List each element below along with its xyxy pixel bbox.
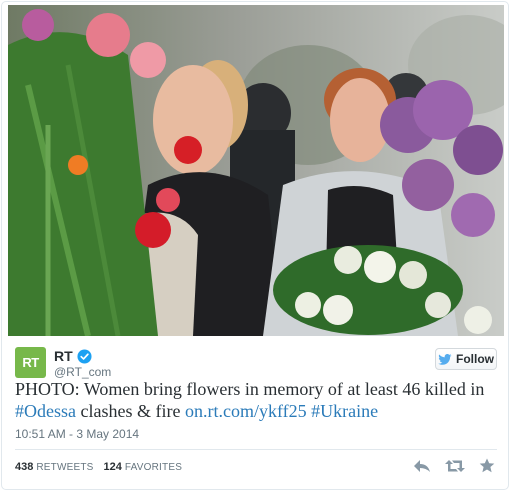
short-url-link[interactable]: on.rt.com/ykff25 — [185, 401, 307, 421]
tweet-text: PHOTO: Women bring flowers in memory of … — [15, 378, 500, 422]
tweet-photo[interactable] — [8, 5, 504, 336]
tweet-text-prefix: PHOTO: Women bring flowers in memory of … — [15, 379, 485, 399]
user-handle[interactable]: @RT_com — [54, 365, 111, 379]
follow-button[interactable]: Follow — [435, 348, 497, 370]
retweet-icon[interactable] — [445, 459, 465, 473]
follow-label: Follow — [456, 352, 494, 366]
avatar-logo-text: RT — [22, 355, 39, 370]
name-row: RT — [54, 348, 92, 364]
tweet-stats: 438 RETWEETS 124 FAVORITES — [15, 461, 182, 473]
favorite-icon[interactable] — [479, 458, 495, 473]
tweet-actions — [413, 458, 495, 473]
retweets-count[interactable]: 438 — [15, 461, 33, 473]
divider — [15, 449, 497, 450]
tweet-timestamp[interactable]: 10:51 AM - 3 May 2014 — [15, 427, 139, 441]
retweets-label[interactable]: RETWEETS — [36, 462, 93, 473]
hashtag-odessa-link[interactable]: #Odessa — [15, 401, 76, 421]
avatar[interactable]: RT — [15, 347, 46, 378]
verified-icon — [77, 348, 92, 364]
display-name[interactable]: RT — [54, 348, 73, 364]
hashtag-ukraine-link[interactable]: #Ukraine — [311, 401, 378, 421]
reply-icon[interactable] — [413, 459, 431, 473]
bird-icon — [438, 353, 452, 365]
tweet-header: RT RT @RT_com Follow — [15, 347, 497, 379]
tweet-text-middle: clashes & fire — [76, 401, 185, 421]
favorites-label[interactable]: FAVORITES — [125, 462, 182, 473]
tweet-card: RT RT @RT_com Follow PHOTO: Women bring … — [1, 1, 509, 490]
favorites-count[interactable]: 124 — [104, 461, 122, 473]
